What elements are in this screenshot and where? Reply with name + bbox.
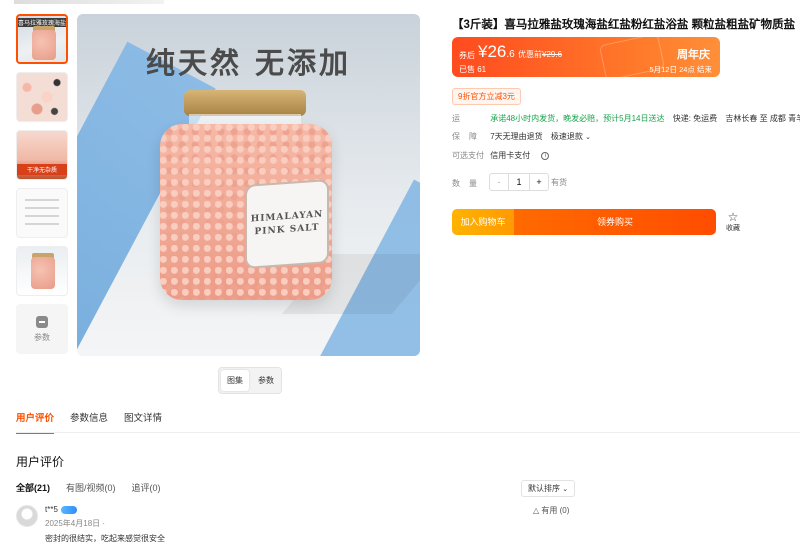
quantity-row: 数量 <box>452 178 488 189</box>
price-label: 券后 <box>459 51 475 60</box>
top-cropped-bar <box>14 0 164 4</box>
image-headline: 纯天然 无添加 <box>145 46 352 80</box>
favorite-label: 收藏 <box>726 225 740 232</box>
event-badge: 周年庆 <box>677 49 710 61</box>
shipping-route[interactable]: 吉林长春 至 成都 青羊 ⌄ <box>725 114 800 123</box>
quantity-minus-button[interactable]: - <box>490 174 508 190</box>
gallery-tab-params[interactable]: 参数 <box>251 368 281 393</box>
sort-label: 默认排序 <box>528 484 560 493</box>
chevron-down-icon: ⌄ <box>585 134 592 141</box>
sort-dropdown[interactable]: 默认排序 ⌄ <box>521 480 576 497</box>
star-icon: ☆ <box>727 210 739 224</box>
original-price: 优惠前¥29.6 <box>518 50 563 59</box>
quantity-input[interactable]: 1 <box>508 174 530 190</box>
sold-count: 已售 61 <box>459 65 487 74</box>
gallery-tab-images[interactable]: 图集 <box>221 370 249 391</box>
chevron-down-icon: ⌄ <box>562 486 569 493</box>
payment-value: 信用卡支付 <box>490 151 531 160</box>
reviews-heading: 用户评价 <box>16 455 65 469</box>
tab-reviews[interactable]: 用户评价 <box>16 410 55 434</box>
params-icon <box>36 315 48 328</box>
review-date: 2025年4月18日 · <box>45 519 106 528</box>
coupon-tag[interactable]: 9折官方立减3元 <box>452 88 521 105</box>
quantity-key: 数量 <box>452 179 486 188</box>
add-to-cart-button[interactable]: 加入购物车 <box>452 209 514 235</box>
thumbnail-2[interactable] <box>16 72 68 122</box>
stock-status: 有货 <box>551 178 567 187</box>
buy-with-coupon-button[interactable]: 领券购买 <box>514 209 716 235</box>
thumbnail-4[interactable] <box>16 188 68 238</box>
guarantee-item: 7天无理由退货 <box>490 132 543 141</box>
jar-lid <box>184 90 306 116</box>
thumbnail-caption: 干净无杂质 <box>17 164 67 175</box>
review-username: t**5 <box>45 505 77 514</box>
params-thumbnail[interactable]: 参数 <box>16 304 68 354</box>
event-end-time: 5月12日 24点 结束 <box>649 65 712 74</box>
review-filters: 全部(21) 有图/视频(0) 追评(0) <box>16 481 161 494</box>
gallery-toggle: 图集 参数 <box>218 367 282 394</box>
thumbnail-5[interactable] <box>16 246 68 296</box>
shipping-row: 运 承诺48小时内发货，晚发必赔，预计5月14日送达 快递: 免运费 吉林长春 … <box>452 113 800 124</box>
filter-media[interactable]: 有图/视频(0) <box>66 481 116 494</box>
params-thumb-label: 参数 <box>34 332 50 342</box>
guarantee-key: 保障 <box>452 132 486 141</box>
price-value: ¥26.6 <box>478 42 515 61</box>
filter-followup[interactable]: 追评(0) <box>132 481 161 494</box>
info-icon[interactable]: i <box>541 151 550 160</box>
helpful-button[interactable]: △ 有用 (0) <box>533 505 569 516</box>
main-product-image[interactable]: 纯天然 无添加 HIMALAYAN PINK SALT <box>77 14 420 356</box>
review-text: 密封的很结实，吃起来感觉很安全 <box>45 534 165 543</box>
price-card: 券后 ¥26.6 优惠前¥29.6 已售 61 周年庆 5月12日 24点 结束 <box>452 37 720 77</box>
tabs-divider <box>16 432 800 433</box>
thumbnail-1[interactable]: 喜马拉雅玫瑰海盐 <box>16 14 68 64</box>
guarantee-row: 保障 7天无理由退货 极速退款 ⌄ <box>452 131 597 142</box>
product-title: 【3斤装】喜马拉雅盐玫瑰海盐红盐粉红盐浴盐 颗粒盐粗盐矿物质盐 <box>452 19 796 31</box>
quantity-plus-button[interactable]: + <box>530 174 548 190</box>
avatar <box>16 505 38 527</box>
triangle-icon: △ <box>533 506 540 515</box>
purchase-buttons: 加入购物车 领券购买 <box>452 209 716 235</box>
tab-params[interactable]: 参数信息 <box>70 410 108 424</box>
favorite-button[interactable]: ☆ 收藏 <box>726 211 740 233</box>
tab-details[interactable]: 图文详情 <box>124 410 162 424</box>
quantity-stepper: - 1 + <box>489 173 549 191</box>
member-badge-icon <box>60 505 77 514</box>
payment-row: 可选支付 信用卡支付 i <box>452 150 550 161</box>
filter-all[interactable]: 全部(21) <box>16 481 50 494</box>
thumbnail-3[interactable]: 干净无杂质 <box>16 130 68 180</box>
shipping-key: 运 <box>452 114 460 123</box>
thumbnail-list: 喜马拉雅玫瑰海盐 干净无杂质 参数 <box>16 14 68 362</box>
shipping-promise: 承诺48小时内发货，晚发必赔，预计5月14日送达 <box>490 114 665 123</box>
shipping-fee: 快递: 免运费 <box>672 114 718 123</box>
jar-label: HIMALAYAN PINK SALT <box>245 179 329 269</box>
guarantee-item-refund[interactable]: 极速退款 ⌄ <box>551 132 591 141</box>
payment-key: 可选支付 <box>452 151 484 160</box>
detail-tabs: 用户评价 参数信息 图文详情 <box>16 410 162 434</box>
